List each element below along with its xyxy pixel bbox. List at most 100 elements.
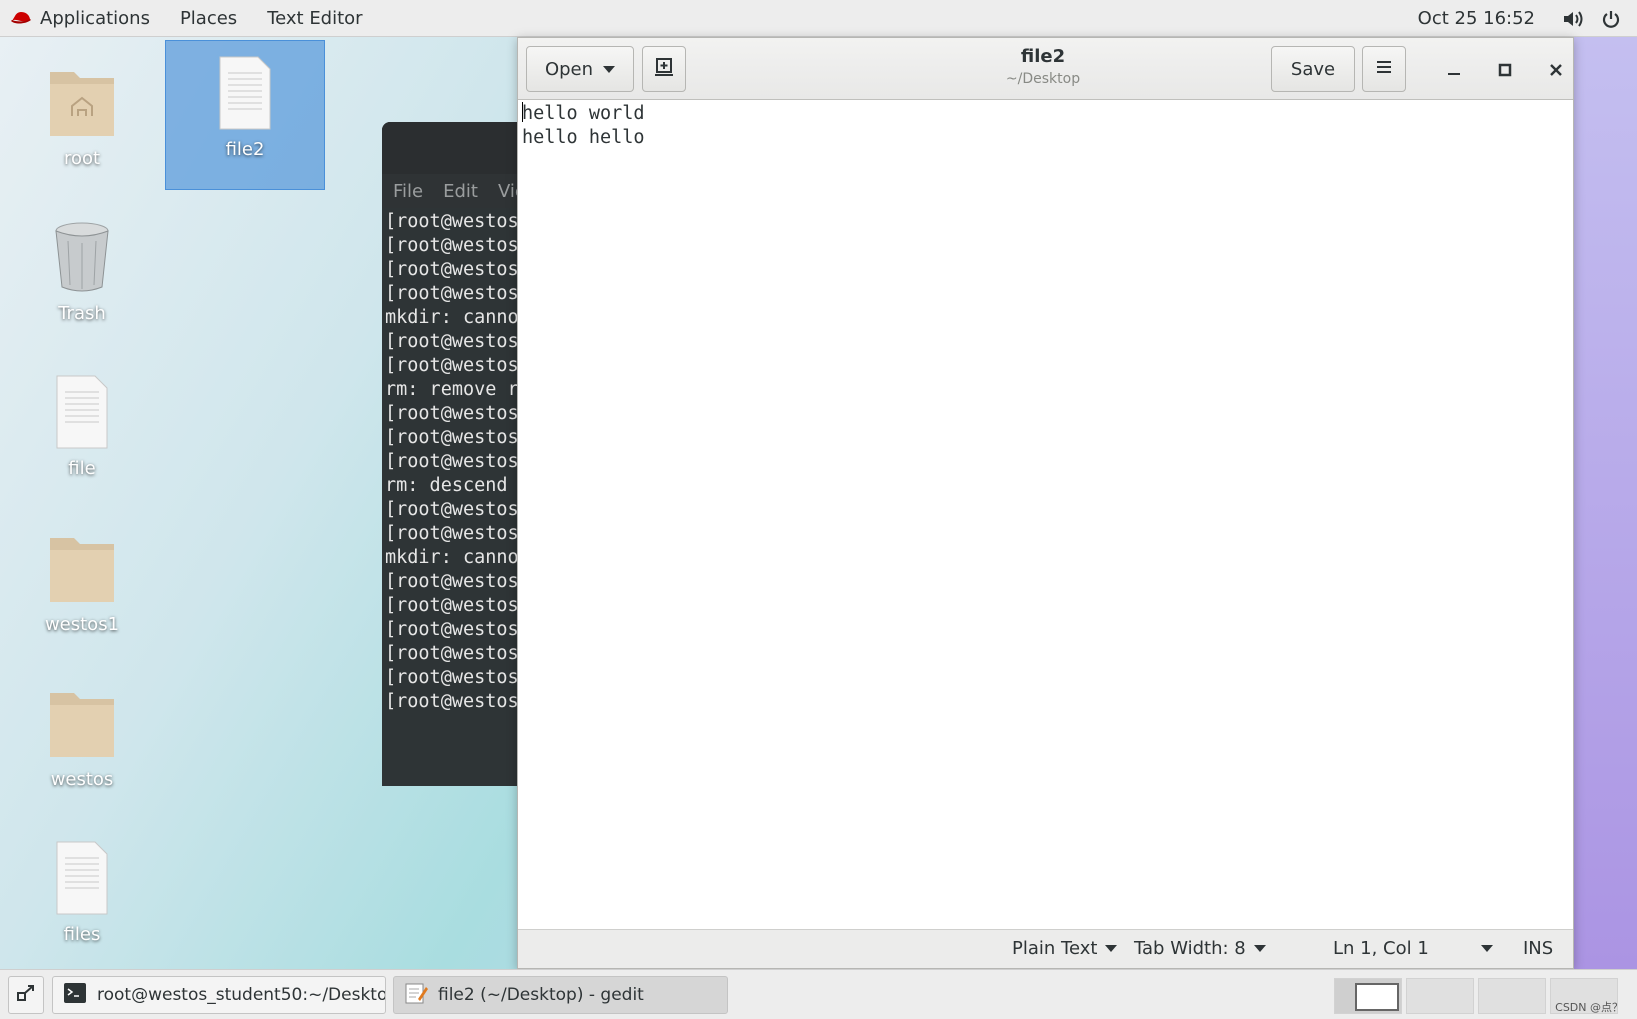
desktop-icon-label: file bbox=[68, 458, 96, 479]
terminal-line: [root@westos bbox=[385, 211, 519, 232]
tab-width-selector[interactable]: Tab Width: 8 bbox=[1134, 938, 1266, 959]
text-file-icon bbox=[55, 824, 109, 916]
show-desktop-button[interactable] bbox=[8, 976, 44, 1014]
terminal-menu-edit[interactable]: Edit bbox=[443, 181, 478, 202]
terminal-line: [root@westos bbox=[385, 427, 519, 448]
tab-width-label: Tab Width: 8 bbox=[1134, 938, 1246, 959]
terminal-line: [root@westos bbox=[385, 571, 519, 592]
terminal-line: rm: remove r bbox=[385, 379, 519, 400]
text-editor-menu[interactable]: Text Editor bbox=[252, 0, 377, 36]
terminal-line: [root@westos bbox=[385, 451, 519, 472]
desktop-icon-file2[interactable]: file2 bbox=[165, 40, 325, 190]
desktop-icon-root[interactable]: root bbox=[2, 48, 162, 169]
redhat-icon bbox=[10, 10, 32, 26]
minimize-icon[interactable] bbox=[1442, 58, 1466, 82]
desktop-icon-file[interactable]: file bbox=[2, 358, 162, 479]
text-file-icon bbox=[218, 41, 272, 131]
desktop-icon-westos[interactable]: westos bbox=[2, 669, 162, 790]
language-label: Plain Text bbox=[1012, 938, 1098, 959]
document-path: ~/Desktop bbox=[1005, 71, 1081, 87]
taskbar-item-label: root@westos_student50:~/Desktop bbox=[97, 985, 386, 1005]
desktop-icon-label: root bbox=[63, 148, 101, 169]
hamburger-menu-button[interactable] bbox=[1362, 46, 1406, 92]
bottom-taskbar: root@westos_student50:~/Desktop file2 (~… bbox=[0, 969, 1637, 1019]
open-label: Open bbox=[544, 58, 594, 80]
terminal-line: [root@westos bbox=[385, 643, 519, 664]
workspace-2[interactable] bbox=[1406, 978, 1474, 1014]
terminal-window[interactable]: File Edit Vie [root@westos [root@westos … bbox=[382, 122, 522, 786]
places-menu[interactable]: Places bbox=[165, 0, 252, 36]
cursor-position-label: Ln 1, Col 1 bbox=[1333, 938, 1429, 959]
top-panel: Applications Places Text Editor Oct 25 1… bbox=[0, 0, 1637, 37]
editor-line: hello hello bbox=[522, 127, 645, 148]
terminal-line: [root@westos bbox=[385, 403, 519, 424]
desktop-background-strip bbox=[1574, 37, 1637, 969]
chevron-down-icon bbox=[603, 65, 616, 73]
applications-label: Applications bbox=[40, 7, 150, 29]
desktop-icon-label: files bbox=[63, 924, 101, 945]
desktop-icon-westos1[interactable]: westos1 bbox=[2, 514, 162, 635]
terminal-icon bbox=[63, 982, 87, 1009]
chevron-down-icon bbox=[1253, 945, 1266, 952]
workspace-window-thumbnail bbox=[1355, 983, 1399, 1011]
gedit-headerbar[interactable]: Open file2 ~/Desktop Save bbox=[518, 38, 1573, 100]
terminal-line: mkdir: canno bbox=[385, 307, 519, 328]
editor-line-text: hello world bbox=[522, 103, 645, 124]
terminal-line: [root@westos bbox=[385, 619, 519, 640]
terminal-line: [root@westos bbox=[385, 499, 519, 520]
text-editor-area[interactable]: hello world hello hello bbox=[518, 100, 1573, 929]
clock[interactable]: Oct 25 16:52 bbox=[1418, 8, 1535, 29]
workspace-1[interactable] bbox=[1334, 978, 1402, 1014]
volume-icon[interactable] bbox=[1561, 7, 1585, 31]
terminal-output[interactable]: [root@westos [root@westos [root@westos [… bbox=[382, 208, 522, 786]
home-folder-icon bbox=[46, 48, 118, 140]
workspace-3[interactable] bbox=[1478, 978, 1546, 1014]
applications-menu[interactable]: Applications bbox=[0, 0, 165, 36]
terminal-line: rm: descend bbox=[385, 475, 508, 496]
window-title: file2 ~/Desktop bbox=[918, 46, 1168, 87]
chevron-down-icon bbox=[1105, 945, 1118, 952]
save-button[interactable]: Save bbox=[1271, 46, 1355, 92]
terminal-line: [root@westos bbox=[385, 691, 519, 712]
status-bar: Plain Text Tab Width: 8 Ln 1, Col 1 INS bbox=[518, 929, 1573, 968]
maximize-icon[interactable] bbox=[1493, 58, 1517, 82]
folder-icon bbox=[46, 514, 118, 606]
terminal-menubar: File Edit Vie bbox=[382, 174, 522, 208]
new-document-button[interactable] bbox=[642, 46, 686, 92]
show-desktop-icon bbox=[16, 983, 36, 1008]
taskbar-item-terminal[interactable]: root@westos_student50:~/Desktop bbox=[52, 976, 386, 1014]
insert-mode-indicator[interactable]: INS bbox=[1523, 938, 1553, 959]
hamburger-icon bbox=[1375, 59, 1393, 80]
chevron-down-icon bbox=[1481, 945, 1493, 952]
cursor-position-selector[interactable]: Ln 1, Col 1 bbox=[1333, 938, 1493, 959]
close-icon[interactable] bbox=[1544, 58, 1568, 82]
desktop-icon-label: Trash bbox=[58, 303, 106, 324]
terminal-line: [root@westos bbox=[385, 259, 519, 280]
terminal-menu-file[interactable]: File bbox=[393, 181, 423, 202]
desktop-icon-label: westos bbox=[50, 769, 114, 790]
terminal-line: mkdir: canno bbox=[385, 547, 519, 568]
terminal-line: [root@westos bbox=[385, 523, 519, 544]
new-document-icon bbox=[653, 56, 675, 83]
power-icon[interactable] bbox=[1599, 7, 1623, 31]
terminal-line: [root@westos bbox=[385, 667, 519, 688]
desktop-icon-files[interactable]: files bbox=[2, 824, 162, 945]
taskbar-item-gedit[interactable]: file2 (~/Desktop) - gedit bbox=[393, 976, 728, 1014]
watermark: CSDN @点？ bbox=[1555, 1001, 1623, 1014]
terminal-line: [root@westos bbox=[385, 595, 519, 616]
language-selector[interactable]: Plain Text bbox=[1012, 938, 1118, 959]
desktop-icon-label: westos1 bbox=[44, 614, 120, 635]
desktop-icon-trash[interactable]: Trash bbox=[2, 203, 162, 324]
text-file-icon bbox=[55, 358, 109, 450]
terminal-line: [root@westos bbox=[385, 235, 519, 256]
trash-icon bbox=[52, 203, 112, 295]
open-button[interactable]: Open bbox=[526, 46, 634, 92]
text-editor-icon bbox=[404, 981, 428, 1010]
terminal-line: [root@westos bbox=[385, 331, 519, 352]
desktop-icon-label: file2 bbox=[225, 139, 265, 160]
gedit-window[interactable]: Open file2 ~/Desktop Save hello world he… bbox=[517, 37, 1574, 969]
document-title: file2 bbox=[1020, 46, 1066, 67]
terminal-titlebar[interactable] bbox=[382, 122, 522, 174]
taskbar-item-label: file2 (~/Desktop) - gedit bbox=[438, 985, 644, 1005]
terminal-line: [root@westos bbox=[385, 283, 519, 304]
